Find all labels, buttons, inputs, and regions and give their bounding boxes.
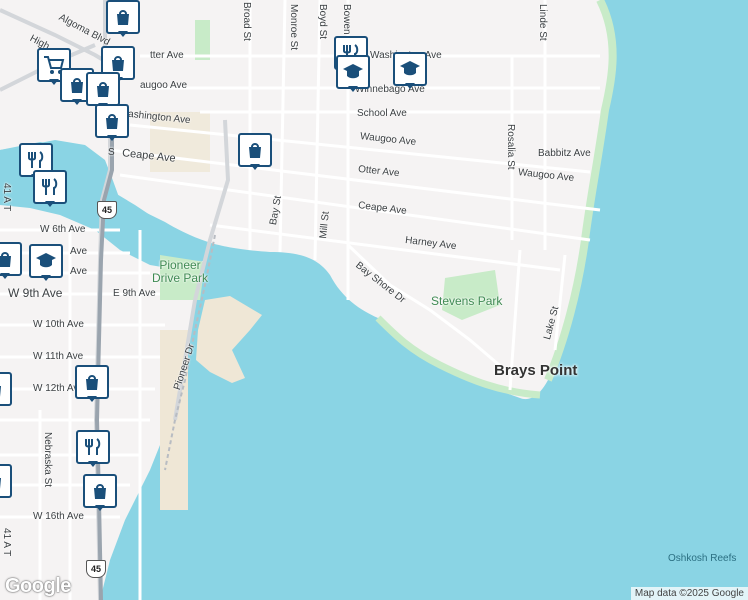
shopping-bag-icon [106, 114, 118, 129]
school-marker[interactable] [336, 55, 370, 93]
shopping-marker-6[interactable] [238, 133, 272, 171]
street-label-waugoo-west: augoo Ave [140, 80, 188, 91]
street-label-monroe: Monroe St [288, 4, 299, 51]
shopping-marker[interactable] [106, 0, 140, 38]
street-label-boyd: Boyd St [317, 4, 328, 40]
shopping-bag-icon [0, 478, 1, 489]
street-label-w11th: W 11th Ave [33, 351, 84, 362]
restaurant-marker-3[interactable] [33, 170, 67, 208]
street-label-w10th: W 10th Ave [33, 319, 84, 330]
place-label-brays-point: Brays Point [494, 362, 578, 379]
street-label-rosalia: Rosalia St [505, 124, 516, 170]
shopping-bag-icon [0, 252, 11, 267]
street-label-hwy-top: 41 A T [1, 183, 12, 212]
shopping-marker-9[interactable] [83, 474, 117, 512]
street-label-washington: tter Ave [150, 50, 184, 61]
school-icon [343, 64, 363, 79]
shopping-bag-icon [117, 10, 129, 25]
street-label-e9th: E 9th Ave [113, 288, 156, 299]
street-label-ave-b: Ave [70, 266, 88, 277]
shopping-bag-icon [86, 375, 98, 390]
restaurant-icon [42, 178, 58, 195]
shopping-bag-icon [97, 82, 109, 97]
street-label-ave-a: Ave [70, 246, 88, 257]
shopping-bag-icon [0, 386, 1, 397]
shopping-bag-icon [112, 56, 124, 71]
school-marker-3[interactable] [29, 244, 63, 282]
shopping-marker-8[interactable] [75, 365, 109, 403]
route-shield-45-top: 45 [97, 201, 117, 219]
shopping-bag-icon [249, 143, 261, 158]
water-label-oshkosh-reefs: Oshkosh Reefs [668, 553, 737, 564]
google-logo: Google [5, 575, 71, 597]
shopping-bag-icon [94, 484, 106, 499]
shopping-bag-icon [71, 78, 83, 93]
school-marker-2[interactable] [393, 52, 427, 90]
park-label-pioneer: Pioneer Drive Park [151, 258, 208, 285]
street-label-w9th: W 9th Ave [8, 286, 63, 300]
restaurant-icon [28, 151, 44, 168]
street-label-nebraska: Nebraska St [42, 432, 53, 488]
shopping-marker-7[interactable] [0, 242, 22, 280]
route-shield-45-bottom: 45 [86, 560, 106, 578]
park-label-stevens: Stevens Park [431, 294, 503, 308]
school-icon [36, 253, 56, 268]
school-icon [400, 61, 420, 76]
street-label-w16th: W 16th Ave [33, 511, 84, 522]
map-attribution[interactable]: Map data ©2025 Google [630, 587, 748, 600]
street-label-babbitz: Babbitz Ave [538, 148, 591, 159]
shopping-marker-5[interactable] [95, 104, 129, 142]
restaurant-marker-4[interactable] [76, 430, 110, 468]
street-label-hwy-bottom: 41 A T [1, 528, 12, 557]
restaurant-icon [85, 438, 101, 455]
street-label-w6th: W 6th Ave [40, 224, 86, 235]
street-label-linde: Linde St [537, 4, 548, 41]
street-label-school: School Ave [357, 108, 407, 119]
shopping-marker-11[interactable] [0, 464, 12, 502]
street-label-broad: Broad St [241, 2, 252, 41]
street-label-s-prefix: S [108, 147, 115, 158]
shopping-marker-10[interactable] [0, 372, 12, 410]
